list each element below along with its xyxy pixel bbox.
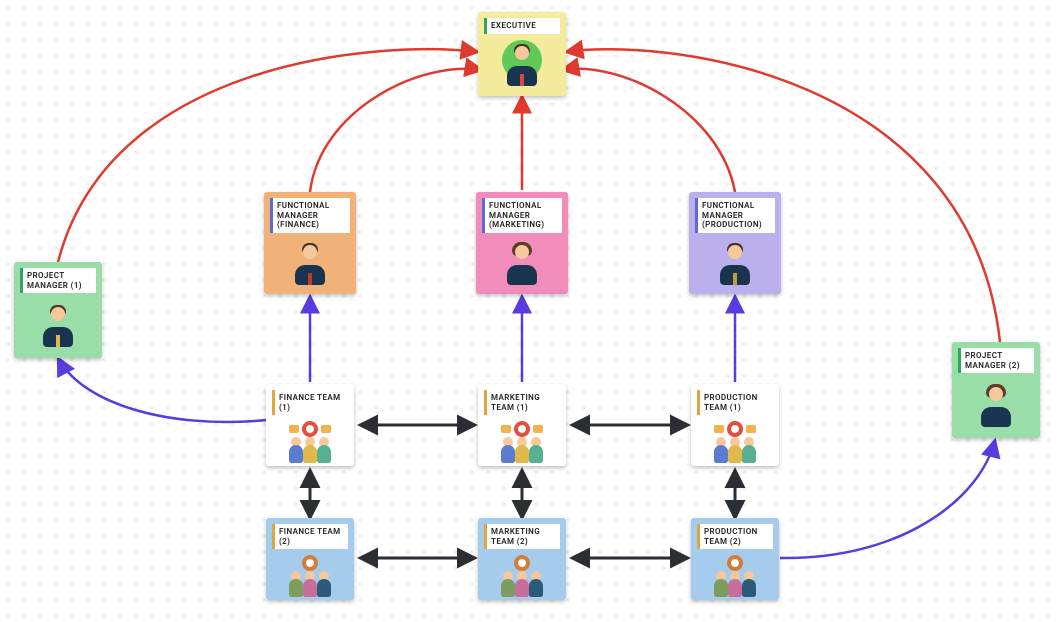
label-pm1: PROJECT MANAGER (1) — [20, 268, 96, 293]
diagram-canvas[interactable]: EXECUTIVE PROJECT MANAGER (1) PROJECT MA… — [0, 0, 1057, 622]
label-finance-team-2: FINANCE TEAM (2) — [272, 524, 348, 549]
finance-team-2-icon — [272, 555, 348, 599]
production-team-1-icon — [697, 421, 773, 465]
node-fm-finance[interactable]: FUNCTIONAL MANAGER (FINANCE) — [264, 192, 356, 294]
executive-icon — [484, 40, 560, 88]
label-fm-finance: FUNCTIONAL MANAGER (FINANCE) — [270, 198, 350, 233]
node-production-team-1[interactable]: PRODUCTION TEAM (1) — [691, 384, 779, 466]
production-team-2-icon — [697, 555, 773, 599]
finance-team-1-icon — [272, 421, 348, 465]
marketing-team-1-icon — [484, 421, 560, 465]
edge-prodteam2-pm2 — [780, 440, 995, 558]
label-marketing-team-2: MARKETING TEAM (2) — [484, 524, 560, 549]
edge-finteam1-pm1 — [58, 358, 267, 422]
fm-production-icon — [695, 239, 775, 287]
label-production-team-2: PRODUCTION TEAM (2) — [697, 524, 773, 549]
label-production-team-1: PRODUCTION TEAM (1) — [697, 390, 773, 415]
node-pm2[interactable]: PROJECT MANAGER (2) — [952, 342, 1040, 438]
label-finance-team-1: FINANCE TEAM (1) — [272, 390, 348, 415]
marketing-team-2-icon — [484, 555, 560, 599]
node-finance-team-2[interactable]: FINANCE TEAM (2) — [266, 518, 354, 600]
edge-fin-exec — [310, 69, 482, 192]
label-pm2: PROJECT MANAGER (2) — [958, 348, 1034, 373]
fm-marketing-icon — [482, 239, 562, 287]
node-executive[interactable]: EXECUTIVE — [478, 12, 566, 96]
label-fm-production: FUNCTIONAL MANAGER (PRODUCTION) — [695, 198, 775, 233]
label-marketing-team-1: MARKETING TEAM (1) — [484, 390, 560, 415]
pm2-icon — [958, 379, 1034, 430]
edge-pm2-exec — [566, 49, 1000, 342]
node-pm1[interactable]: PROJECT MANAGER (1) — [14, 262, 102, 358]
pm1-icon — [20, 299, 96, 350]
node-fm-production[interactable]: FUNCTIONAL MANAGER (PRODUCTION) — [689, 192, 781, 294]
node-fm-marketing[interactable]: FUNCTIONAL MANAGER (MARKETING) — [476, 192, 568, 294]
node-marketing-team-2[interactable]: MARKETING TEAM (2) — [478, 518, 566, 600]
label-executive: EXECUTIVE — [484, 18, 560, 34]
fm-finance-icon — [270, 239, 350, 287]
label-fm-marketing: FUNCTIONAL MANAGER (MARKETING) — [482, 198, 562, 233]
node-production-team-2[interactable]: PRODUCTION TEAM (2) — [691, 518, 779, 600]
node-finance-team-1[interactable]: FINANCE TEAM (1) — [266, 384, 354, 466]
edge-prod-exec — [562, 69, 735, 192]
node-marketing-team-1[interactable]: MARKETING TEAM (1) — [478, 384, 566, 466]
